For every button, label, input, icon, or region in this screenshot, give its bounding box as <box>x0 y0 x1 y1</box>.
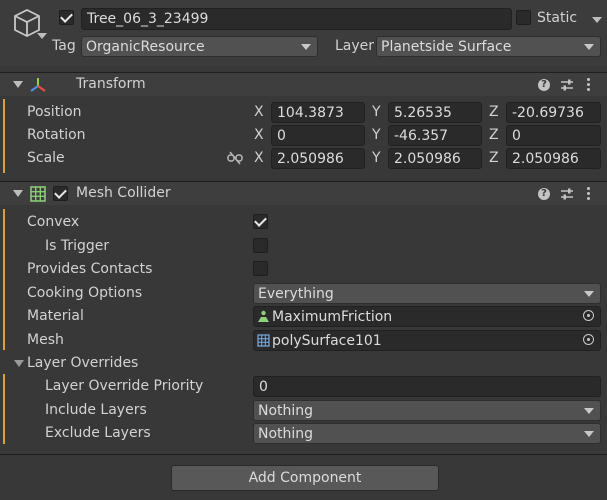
layer-dropdown[interactable]: Planetside Surface <box>376 36 601 57</box>
rotation-y-field[interactable]: -46.357 <box>388 125 482 146</box>
scale-y-field[interactable]: 2.050986 <box>388 148 482 169</box>
gameobject-header: Tree_06_3_23499 Static Tag OrganicResour… <box>0 0 607 66</box>
rotation-row: Rotation X 0 Y -46.357 Z 0 <box>0 124 607 146</box>
mesh-collider-header[interactable]: Mesh Collider ? <box>0 181 607 205</box>
tag-label: Tag <box>52 38 76 54</box>
static-label: Static <box>537 10 578 26</box>
position-z-field[interactable]: -20.69736 <box>506 102 601 123</box>
chevron-down-icon <box>584 291 594 297</box>
object-picker-icon[interactable] <box>583 334 594 345</box>
footer-divider <box>0 454 607 455</box>
material-label: Material <box>27 308 84 324</box>
scale-label: Scale <box>27 150 65 166</box>
axis-x-label[interactable]: X <box>254 127 264 143</box>
position-x-field[interactable]: 104.3873 <box>271 102 365 123</box>
object-name-field[interactable]: Tree_06_3_23499 <box>81 8 512 30</box>
provides-contacts-label: Provides Contacts <box>27 261 153 277</box>
cooking-options-label: Cooking Options <box>27 285 143 301</box>
mesh-collider-enabled-checkbox[interactable] <box>53 186 68 201</box>
layer-overrides-foldout[interactable]: Layer Overrides <box>0 354 300 374</box>
mesh-collider-title: Mesh Collider <box>76 185 171 201</box>
chevron-down-icon <box>584 44 594 50</box>
active-checkbox[interactable] <box>59 10 74 25</box>
exclude-layers-dropdown[interactable]: Nothing <box>253 423 601 444</box>
scale-row: Scale X 2.050986 Y 2.050986 Z 2.050986 <box>0 147 607 169</box>
cooking-options-value: Everything <box>258 286 334 302</box>
axis-z-label[interactable]: Z <box>489 104 499 120</box>
transform-header[interactable]: Transform ? <box>0 72 607 96</box>
static-dropdown-arrow[interactable] <box>592 17 602 23</box>
layer-value: Planetside Surface <box>381 39 512 55</box>
preset-icon[interactable] <box>560 78 574 92</box>
modified-accent <box>3 374 5 444</box>
rotation-z-field[interactable]: 0 <box>506 125 601 146</box>
tag-value: OrganicResource <box>86 39 205 55</box>
position-y-field[interactable]: 5.26535 <box>388 102 482 123</box>
exclude-layers-label: Exclude Layers <box>45 425 151 441</box>
preset-icon[interactable] <box>560 187 574 201</box>
axis-y-label[interactable]: Y <box>372 150 381 166</box>
cooking-options-dropdown[interactable]: Everything <box>253 283 601 304</box>
axis-z-label[interactable]: Z <box>489 150 499 166</box>
foldout-arrow[interactable] <box>13 190 23 197</box>
axis-y-label[interactable]: Y <box>372 127 381 143</box>
help-icon[interactable]: ? <box>538 79 550 91</box>
checkmark-icon <box>60 10 73 23</box>
mesh-object-field[interactable]: polySurface101 <box>253 330 601 351</box>
material-object-field[interactable]: MaximumFriction <box>253 306 601 327</box>
axis-z-label[interactable]: Z <box>489 127 499 143</box>
provides-contacts-checkbox[interactable] <box>253 261 268 276</box>
unlinked-chain-icon[interactable] <box>227 151 243 165</box>
position-label: Position <box>27 104 82 120</box>
mesh-value: polySurface101 <box>272 333 382 349</box>
icon-dropdown-arrow[interactable] <box>37 33 47 39</box>
convex-checkbox[interactable] <box>253 214 268 229</box>
layer-override-priority-label: Layer Override Priority <box>45 378 204 394</box>
is-trigger-label: Is Trigger <box>45 238 110 254</box>
add-component-button[interactable]: Add Component <box>171 465 439 491</box>
include-layers-label: Include Layers <box>45 402 147 418</box>
layer-override-priority-field[interactable]: 0 <box>253 376 601 397</box>
checkmark-icon <box>54 186 67 199</box>
position-row: Position X 104.3873 Y 5.26535 Z -20.6973… <box>0 101 607 123</box>
context-menu-icon[interactable] <box>587 187 591 201</box>
layer-overrides-label: Layer Overrides <box>27 355 139 371</box>
foldout-arrow[interactable] <box>13 81 23 88</box>
checkmark-icon <box>254 214 267 227</box>
scale-z-field[interactable]: 2.050986 <box>506 148 601 169</box>
help-icon[interactable]: ? <box>538 188 550 200</box>
chevron-down-icon <box>584 408 594 414</box>
convex-label: Convex <box>27 214 80 230</box>
axis-x-label[interactable]: X <box>254 104 264 120</box>
mesh-grid-icon <box>257 334 270 347</box>
tag-dropdown[interactable]: OrganicResource <box>81 36 318 57</box>
axis-y-label[interactable]: Y <box>372 104 381 120</box>
rotation-label: Rotation <box>27 127 86 143</box>
chevron-down-icon <box>301 44 311 50</box>
modified-accent <box>3 209 5 350</box>
include-layers-dropdown[interactable]: Nothing <box>253 400 601 421</box>
material-value: MaximumFriction <box>272 309 393 325</box>
axis-x-label[interactable]: X <box>254 150 264 166</box>
mesh-collider-grid-icon <box>30 186 46 202</box>
layer-label: Layer <box>335 38 375 54</box>
is-trigger-checkbox[interactable] <box>253 238 268 253</box>
include-layers-value: Nothing <box>258 403 314 419</box>
rotation-x-field[interactable]: 0 <box>271 125 365 146</box>
context-menu-icon[interactable] <box>587 78 591 92</box>
transform-axes-icon <box>29 76 47 94</box>
exclude-layers-value: Nothing <box>258 426 314 442</box>
static-checkbox[interactable] <box>516 10 531 25</box>
mesh-label: Mesh <box>27 332 64 348</box>
scale-x-field[interactable]: 2.050986 <box>271 148 365 169</box>
foldout-arrow[interactable] <box>14 360 24 367</box>
transform-title: Transform <box>76 76 146 92</box>
physic-material-icon <box>257 310 270 323</box>
chevron-down-icon <box>584 431 594 437</box>
object-picker-icon[interactable] <box>583 310 594 321</box>
